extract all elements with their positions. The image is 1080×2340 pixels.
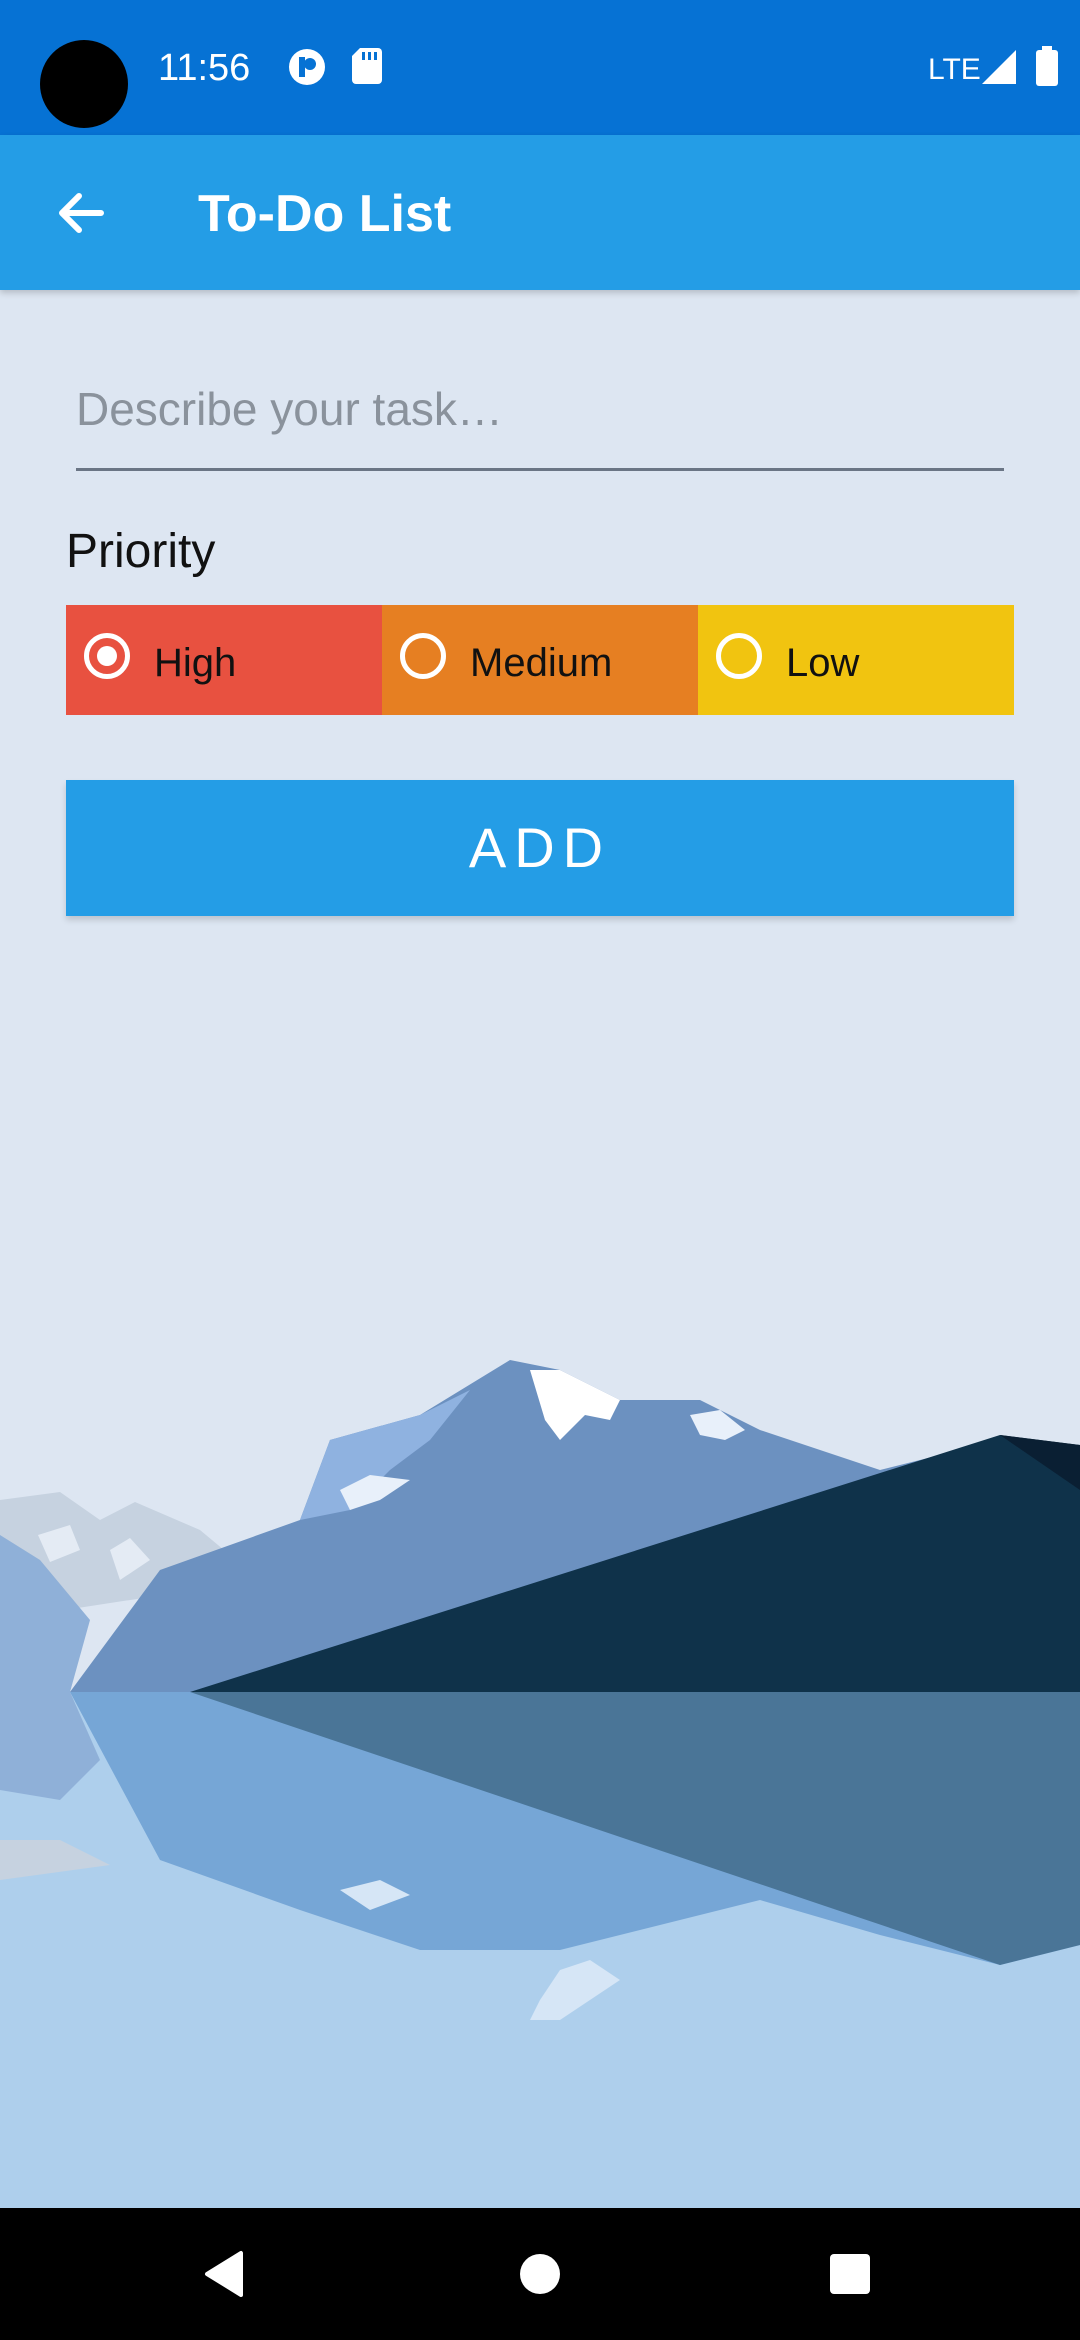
task-input[interactable]	[76, 350, 1004, 471]
back-triangle-icon	[205, 2251, 243, 2297]
status-time: 11:56	[158, 47, 251, 89]
priority-option-low[interactable]: Low	[698, 605, 1014, 715]
notification-icon	[288, 48, 326, 91]
system-nav-bar	[0, 2208, 1080, 2340]
radio-unselected-icon	[716, 633, 762, 679]
priority-option-label: Low	[786, 641, 860, 685]
sd-card-icon	[352, 48, 382, 89]
add-button[interactable]: ADD	[66, 780, 1014, 916]
battery-icon	[1036, 46, 1058, 91]
signal-icon	[982, 50, 1016, 89]
recents-square-icon	[830, 2254, 870, 2294]
nav-home-button[interactable]	[504, 2238, 576, 2310]
camera-cutout	[40, 40, 128, 128]
nav-recents-button[interactable]	[814, 2238, 886, 2310]
priority-option-medium[interactable]: Medium	[382, 605, 698, 715]
priority-option-label: High	[154, 641, 237, 685]
priority-option-high[interactable]: High	[66, 605, 382, 715]
priority-option-label: Medium	[470, 641, 613, 685]
home-circle-icon	[520, 2254, 560, 2294]
network-type: LTE	[928, 53, 981, 86]
back-button[interactable]	[30, 163, 130, 263]
status-bar: 11:56 LTE	[0, 0, 1080, 135]
mountain-landscape-illustration	[0, 1320, 1080, 2208]
radio-unselected-icon	[400, 633, 446, 679]
arrow-left-icon	[59, 193, 104, 233]
nav-back-button[interactable]	[190, 2238, 262, 2310]
app-bar: To-Do List	[0, 135, 1080, 290]
priority-radio-group: High Medium Low	[66, 605, 1014, 715]
radio-selected-icon	[84, 633, 130, 679]
page-title: To-Do List	[198, 185, 452, 243]
priority-label: Priority	[66, 525, 216, 578]
